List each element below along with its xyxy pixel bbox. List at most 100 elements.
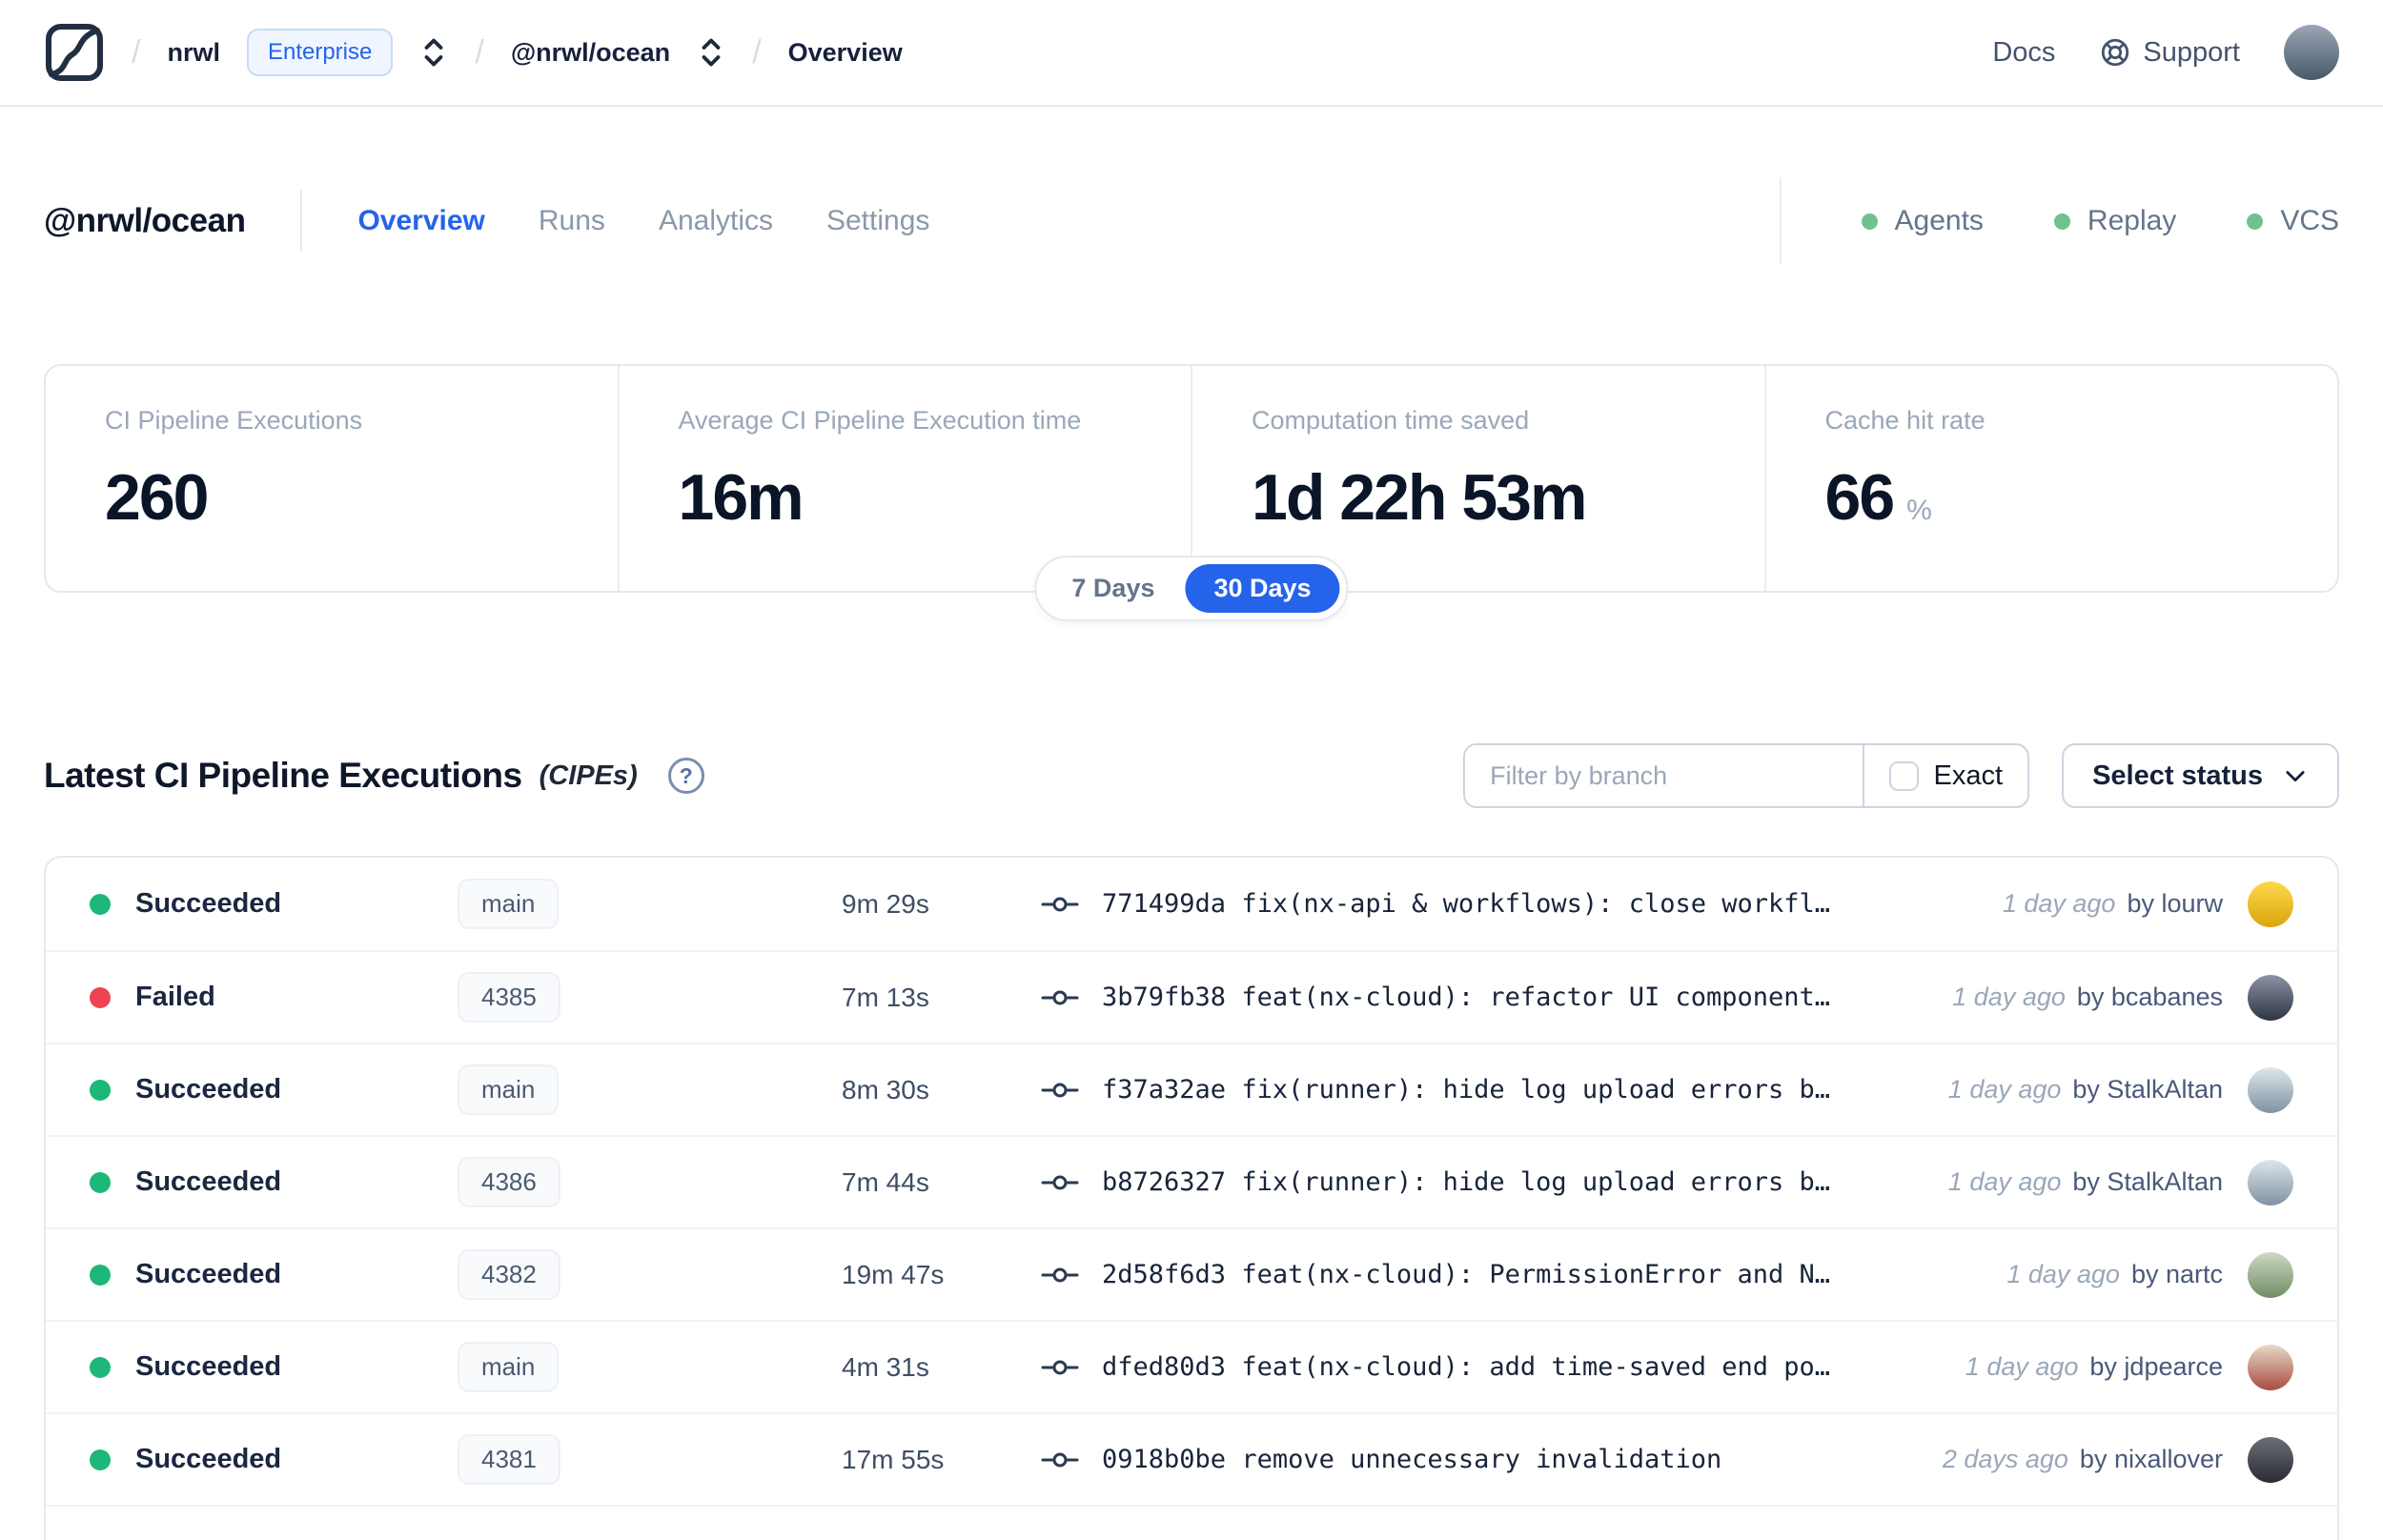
range-30-days-button[interactable]: 30 Days	[1185, 564, 1340, 613]
commit-hash: 3b79fb38	[1102, 983, 1227, 1012]
author-avatar	[2248, 1344, 2293, 1390]
branch-cell: 4381	[458, 1434, 842, 1485]
stat-ci-pipeline-executions: CI Pipeline Executions 260	[46, 366, 618, 591]
help-icon[interactable]: ?	[667, 758, 704, 794]
status-text: Failed	[135, 982, 215, 1012]
top-navbar: / nrwl Enterprise / @nrwl/ocean / Overvi…	[0, 0, 2383, 107]
status-cell: Succeeded	[90, 1166, 458, 1198]
org-switcher-chevron-icon[interactable]	[419, 35, 448, 70]
meta-cell: 1 day ago by StalkAltan	[1947, 1066, 2293, 1113]
branch-cell: main	[458, 879, 842, 929]
status-dot	[90, 1449, 111, 1470]
commit-cell: 0918b0be remove unnecessary invalidation	[1041, 1445, 1904, 1474]
git-commit-icon	[1041, 987, 1079, 1008]
lifebuoy-icon	[2099, 36, 2131, 69]
tab-runs[interactable]: Runs	[539, 205, 605, 237]
header-divider	[300, 191, 303, 252]
breadcrumb-separator: /	[752, 33, 762, 71]
tab-analytics[interactable]: Analytics	[659, 205, 773, 237]
duration-cell: 17m 55s	[842, 1444, 945, 1474]
table-row-partial	[46, 1505, 2337, 1540]
green-status-dot	[1861, 213, 1878, 230]
breadcrumb-page: Overview	[787, 37, 903, 67]
status-text: Succeeded	[135, 1074, 282, 1104]
author-avatar	[2248, 974, 2293, 1021]
commit-hash: b8726327	[1102, 1167, 1227, 1197]
workspace-title: @nrwl/ocean	[44, 202, 246, 239]
duration-cell: 7m 44s	[842, 1166, 929, 1197]
status-cell: Succeeded	[90, 1074, 458, 1105]
workspace-tabs: Overview Runs Analytics Settings	[357, 205, 929, 237]
status-text: Succeeded	[135, 1166, 282, 1197]
feature-agents-label: Agents	[1894, 205, 1984, 236]
workspace-switcher-chevron-icon[interactable]	[697, 35, 725, 70]
user-avatar[interactable]	[2284, 25, 2339, 80]
branch-pill: 4385	[458, 972, 560, 1023]
commit-text: b8726327 fix(runner): hide log upload er…	[1102, 1167, 1830, 1197]
branch-cell: 4385	[458, 972, 842, 1023]
table-row[interactable]: Succeeded main 9m 29s 771499da fix(nx-ap…	[46, 858, 2337, 950]
enterprise-badge: Enterprise	[246, 29, 394, 76]
cipe-controls: Exact Select status	[1463, 743, 2339, 808]
table-row[interactable]: Succeeded main 8m 30s f37a32ae fix(runne…	[46, 1043, 2337, 1135]
feature-vcs[interactable]: VCS	[2247, 205, 2339, 237]
author-avatar	[2248, 1159, 2293, 1206]
breadcrumb-org[interactable]: nrwl	[167, 38, 220, 68]
time-ago: 1 day ago	[1947, 1075, 2062, 1104]
table-row[interactable]: Failed 4385 7m 13s 3b79fb38 feat(nx-clou…	[46, 950, 2337, 1043]
tab-settings[interactable]: Settings	[826, 205, 929, 237]
author: by nixallover	[2079, 1445, 2223, 1473]
author: by jdpearce	[2089, 1352, 2223, 1381]
commit-hash: dfed80d3	[1102, 1352, 1227, 1382]
table-row[interactable]: Succeeded 4386 7m 44s b8726327 fix(runne…	[46, 1135, 2337, 1227]
cipe-abbrev: (CIPEs)	[539, 760, 638, 791]
cipe-title-group: Latest CI Pipeline Executions (CIPEs) ?	[44, 756, 704, 796]
meta-cell: 2 days ago by nixallover	[1943, 1436, 2293, 1483]
status-text: Succeeded	[135, 1351, 282, 1382]
status-dot	[90, 893, 111, 915]
author: by StalkAltan	[2072, 1075, 2223, 1104]
stat-label: Cache hit rate	[1824, 406, 1986, 435]
docs-link[interactable]: Docs	[1992, 37, 2055, 69]
exact-checkbox[interactable]	[1888, 760, 1919, 791]
support-link[interactable]: Support	[2099, 36, 2240, 69]
chevron-down-icon	[2282, 762, 2309, 789]
stat-label: CI Pipeline Executions	[105, 406, 363, 435]
range-7-days-button[interactable]: 7 Days	[1043, 564, 1183, 613]
cipe-rows: Succeeded main 9m 29s 771499da fix(nx-ap…	[46, 858, 2337, 1505]
breadcrumb-workspace[interactable]: @nrwl/ocean	[511, 38, 670, 68]
table-row[interactable]: Succeeded main 4m 31s dfed80d3 feat(nx-c…	[46, 1320, 2337, 1412]
branch-pill: main	[458, 879, 560, 929]
time-ago: 1 day ago	[2006, 1260, 2120, 1288]
stat-label: Average CI Pipeline Execution time	[678, 406, 1082, 435]
workspace-header: @nrwl/ocean Overview Runs Analytics Sett…	[44, 177, 2339, 265]
branch-cell: main	[458, 1342, 842, 1392]
meta-cell: 1 day ago by nartc	[2006, 1251, 2293, 1298]
status-cell: Failed	[90, 982, 458, 1013]
commit-cell: f37a32ae fix(runner): hide log upload er…	[1041, 1075, 1910, 1104]
feature-replay[interactable]: Replay	[2053, 205, 2177, 237]
commit-cell: b8726327 fix(runner): hide log upload er…	[1041, 1167, 1910, 1197]
feature-agents[interactable]: Agents	[1861, 205, 1984, 237]
commit-hash: f37a32ae	[1102, 1075, 1227, 1104]
git-commit-icon	[1041, 1357, 1079, 1378]
feature-replay-label: Replay	[2087, 205, 2177, 236]
status-select-dropdown[interactable]: Select status	[2062, 743, 2339, 808]
date-range-toggle: 7 Days 30 Days	[1034, 556, 1349, 621]
stat-suffix: %	[1906, 495, 1932, 526]
branch-pill: 4386	[458, 1157, 560, 1207]
table-row[interactable]: Succeeded 4381 17m 55s 0918b0be remove u…	[46, 1412, 2337, 1505]
commit-hash: 2d58f6d3	[1102, 1260, 1227, 1289]
git-commit-icon	[1041, 894, 1079, 915]
time-ago: 1 day ago	[1952, 983, 2066, 1011]
branch-filter-input[interactable]	[1465, 745, 1863, 806]
commit-cell: 3b79fb38 feat(nx-cloud): refactor UI com…	[1041, 983, 1914, 1012]
commit-message: feat(nx-cloud): PermissionError and N…	[1241, 1260, 1831, 1289]
branch-cell: 4386	[458, 1157, 842, 1207]
git-commit-icon	[1041, 1080, 1079, 1101]
nx-cloud-logo-icon[interactable]	[44, 22, 105, 83]
tab-overview[interactable]: Overview	[357, 205, 484, 237]
cipe-table: Succeeded main 9m 29s 771499da fix(nx-ap…	[44, 856, 2339, 1540]
breadcrumb: / nrwl Enterprise / @nrwl/ocean / Overvi…	[44, 22, 903, 83]
table-row[interactable]: Succeeded 4382 19m 47s 2d58f6d3 feat(nx-…	[46, 1227, 2337, 1320]
